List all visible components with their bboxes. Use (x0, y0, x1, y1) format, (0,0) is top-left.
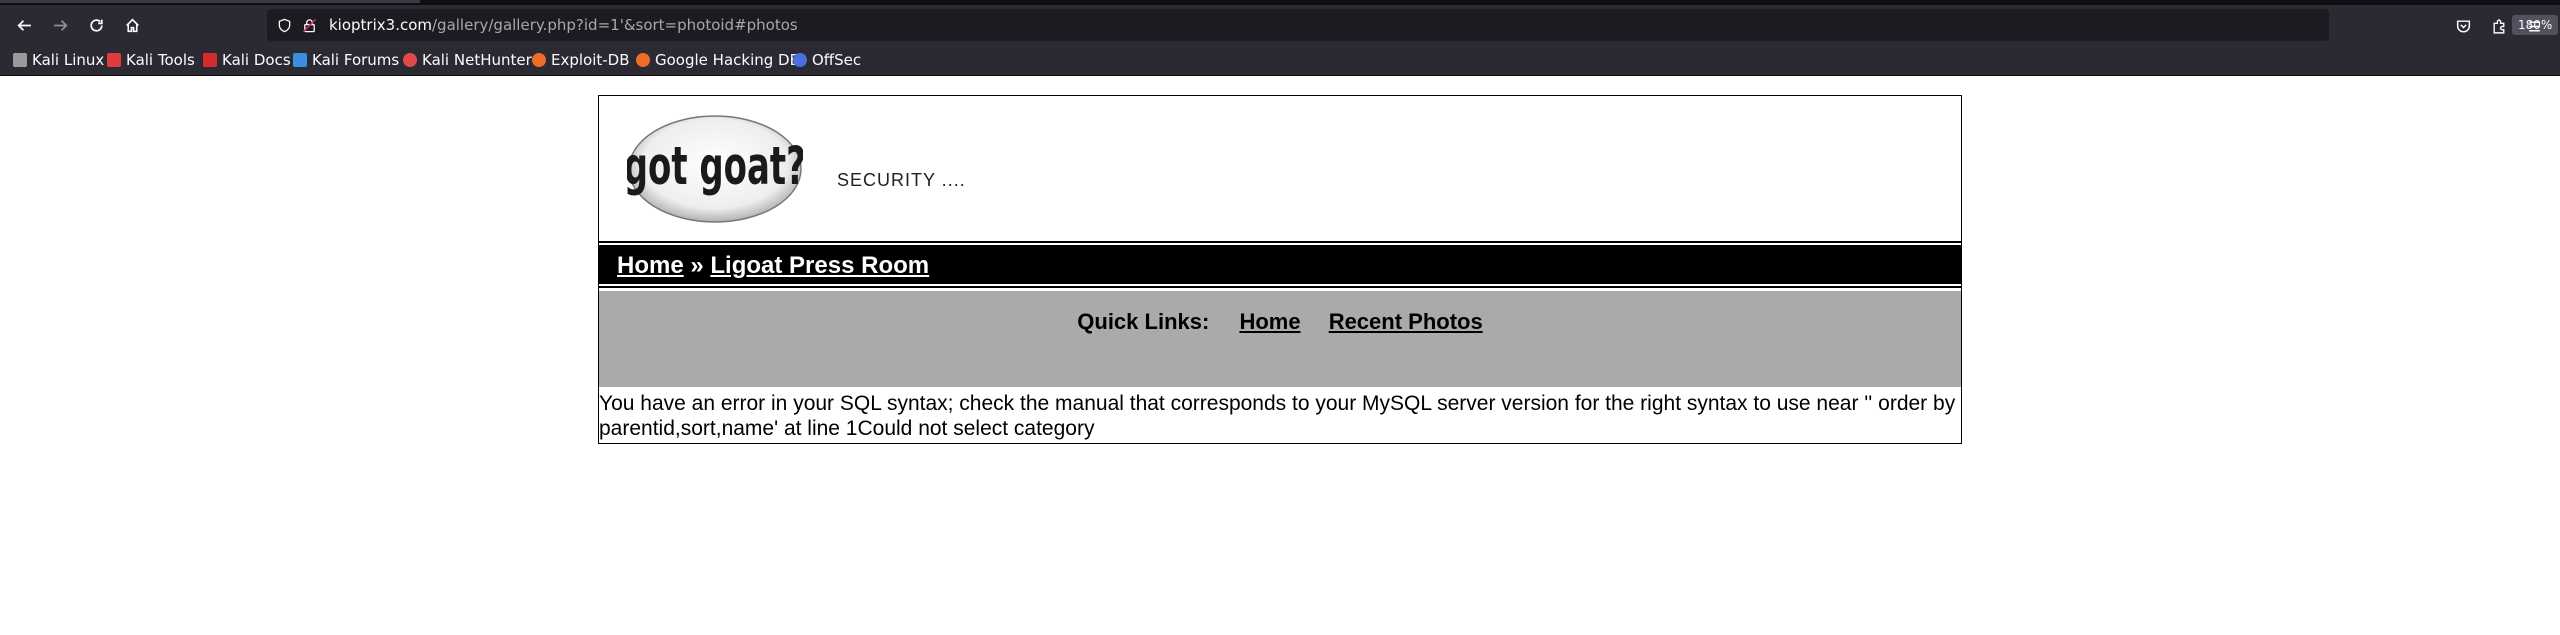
shield-icon[interactable] (275, 16, 293, 34)
bookmark-kali-nethunter[interactable]: Kali NetHunter (403, 50, 532, 70)
quick-links: Quick Links: Home Recent Photos (599, 309, 1961, 335)
bookmark-label: Kali Linux (32, 51, 105, 69)
bookmarks-toolbar: Kali Linux Kali Tools Kali Docs Kali For… (0, 45, 2560, 76)
breadcrumb-separator: » (690, 252, 704, 279)
pocket-icon[interactable] (2452, 15, 2474, 37)
exploit-db-icon (532, 53, 546, 67)
bookmark-exploit-db[interactable]: Exploit-DB (532, 50, 630, 70)
home-icon (125, 18, 139, 32)
bookmark-kali-tools[interactable]: Kali Tools (107, 50, 195, 70)
breadcrumb-current-link[interactable]: Ligoat Press Room (710, 252, 929, 279)
quick-links-label: Quick Links: (1077, 309, 1210, 334)
back-button[interactable] (10, 11, 38, 39)
back-arrow-icon (16, 19, 31, 31)
bookmark-label: OffSec (812, 51, 862, 69)
ghdb-icon (636, 53, 650, 67)
quick-link-home[interactable]: Home (1239, 309, 1300, 334)
site-tagline: SECURITY .... (837, 170, 966, 190)
nethunter-icon (403, 53, 417, 67)
url-host: kioptrix3.com (329, 16, 432, 34)
address-bar[interactable]: kioptrix3.com/gallery/gallery.php?id=1'&… (267, 9, 2559, 41)
bookmark-offsec[interactable]: OffSec (793, 50, 861, 70)
bookmark-label: Exploit-DB (551, 51, 630, 69)
bookmark-label: Kali Tools (126, 51, 195, 69)
site-container: got goat? SECURITY .... Home » Ligoat Pr… (598, 95, 1962, 444)
bookmark-kali-linux[interactable]: Kali Linux (13, 50, 104, 70)
bookmark-label: Kali Docs (222, 51, 291, 69)
bookmark-google-hacking-db[interactable]: Google Hacking DB (636, 50, 800, 70)
offsec-icon (793, 53, 807, 67)
site-header: got goat? SECURITY .... (599, 96, 1961, 241)
lock-insecure-icon[interactable] (300, 16, 318, 34)
url-path: /gallery/gallery.php?id=1'&sort=photoid#… (432, 16, 798, 34)
reload-icon (89, 18, 103, 32)
breadcrumb-bar: Home » Ligoat Press Room (599, 243, 1961, 286)
kali-dragon-icon (13, 53, 27, 67)
active-tab-indicator (0, 0, 420, 3)
web-page: got goat? SECURITY .... Home » Ligoat Pr… (0, 76, 2560, 635)
bookmark-label: Kali Forums (312, 51, 400, 69)
breadcrumb-home-link[interactable]: Home (617, 252, 684, 279)
sql-error-message: You have an error in your SQL syntax; ch… (599, 392, 1956, 440)
home-button[interactable] (118, 11, 146, 39)
bookmark-kali-forums[interactable]: Kali Forums (293, 50, 399, 70)
reload-button[interactable] (82, 11, 110, 39)
bookmark-label: Google Hacking DB (655, 51, 800, 69)
kali-docs-icon (203, 53, 217, 67)
quick-links-bar: Quick Links: Home Recent Photos (599, 291, 1961, 387)
forward-arrow-icon (53, 19, 68, 31)
breadcrumb: Home » Ligoat Press Room (617, 252, 929, 280)
kali-forums-icon (293, 53, 307, 67)
logo-text: got goat? (627, 135, 803, 197)
hamburger-menu-icon[interactable] (2523, 15, 2545, 37)
bookmark-kali-docs[interactable]: Kali Docs (203, 50, 291, 70)
navigation-toolbar: kioptrix3.com/gallery/gallery.php?id=1'&… (0, 5, 2560, 45)
quick-link-recent-photos[interactable]: Recent Photos (1329, 309, 1483, 334)
got-goat-logo[interactable]: got goat? (627, 114, 803, 224)
forward-button[interactable] (46, 11, 74, 39)
extensions-icon[interactable] (2488, 15, 2510, 37)
bookmark-label: Kali NetHunter (422, 51, 532, 69)
url-text[interactable]: kioptrix3.com/gallery/gallery.php?id=1'&… (329, 15, 798, 35)
kali-tools-icon (107, 53, 121, 67)
